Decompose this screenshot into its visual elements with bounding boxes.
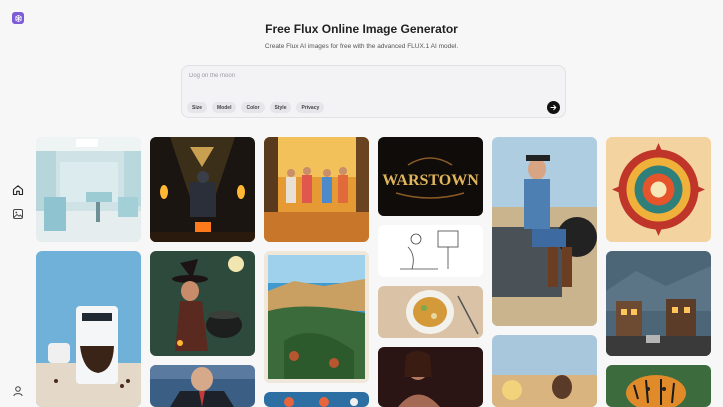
- user-icon: [13, 386, 23, 397]
- warstown-logo-text: WARSTOWN: [382, 172, 479, 189]
- prompt-input[interactable]: [189, 73, 549, 93]
- generate-button[interactable]: [547, 101, 560, 114]
- gallery-image-landscape-painting[interactable]: [264, 251, 369, 383]
- gallery-image-sunset-figure[interactable]: [492, 335, 597, 407]
- arrow-right-icon: [550, 104, 557, 111]
- nav-gallery[interactable]: [11, 207, 25, 221]
- home-icon: [12, 185, 24, 196]
- gallery-image-food-bowl[interactable]: [378, 286, 483, 338]
- page-title: Free Flux Online Image Generator: [265, 22, 458, 36]
- gallery-image-children-autumn[interactable]: [264, 137, 369, 242]
- option-chips: Size Model Color Style Privacy: [187, 102, 325, 113]
- prompt-box: Size Model Color Style Privacy: [181, 65, 566, 118]
- page-subtitle: Create Flux AI images for free with the …: [264, 43, 459, 50]
- chip-color[interactable]: Color: [241, 102, 265, 113]
- gallery-image-coffee-maker[interactable]: [36, 251, 141, 407]
- gallery-image-warstown-logo[interactable]: WARSTOWN: [378, 137, 483, 216]
- nav-account[interactable]: [11, 384, 25, 398]
- gallery-icon: [13, 209, 23, 219]
- gallery-image-hospital-room[interactable]: [36, 137, 141, 242]
- gallery-image-village-night[interactable]: [606, 251, 711, 356]
- chip-style[interactable]: Style: [269, 102, 292, 113]
- chip-privacy[interactable]: Privacy: [296, 102, 325, 113]
- gallery-image-woman-jeep[interactable]: [492, 137, 597, 326]
- gallery-image-witch[interactable]: [150, 251, 255, 356]
- gallery-image-throne[interactable]: [150, 137, 255, 242]
- gallery-image-mandala[interactable]: [606, 137, 711, 242]
- chip-model[interactable]: Model: [212, 102, 237, 113]
- gallery-image-woman-dark[interactable]: [378, 347, 483, 407]
- app-root: Free Flux Online Image Generator Create …: [0, 0, 723, 407]
- gallery-image-portrait-man[interactable]: [150, 365, 255, 407]
- nav-home[interactable]: [11, 183, 25, 197]
- gallery-image-flowers[interactable]: [264, 392, 369, 407]
- gallery-image-tiger[interactable]: [606, 365, 711, 407]
- gallery-image-line-sketch[interactable]: [378, 225, 483, 277]
- left-rail: [0, 0, 36, 407]
- chip-size[interactable]: Size: [187, 102, 208, 113]
